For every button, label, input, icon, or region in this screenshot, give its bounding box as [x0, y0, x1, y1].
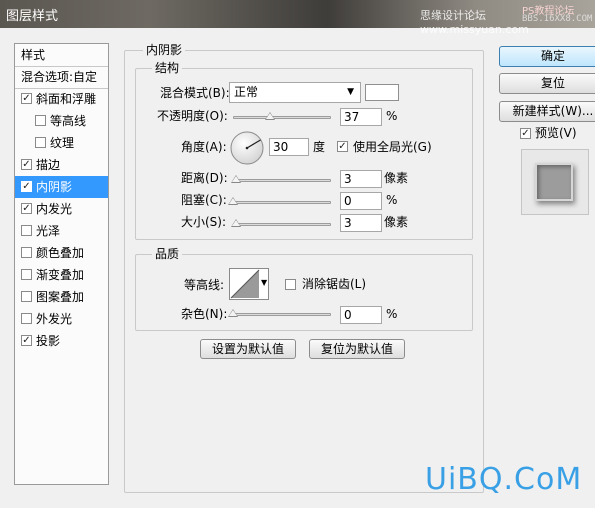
distance-label: 距离(D):	[181, 171, 228, 185]
choke-slider[interactable]	[233, 201, 331, 204]
style-item-label: 图案叠加	[36, 290, 85, 304]
style-item-label: 描边	[36, 158, 61, 172]
dropdown-arrow-icon: ▼	[347, 87, 354, 97]
antialias-checkbox[interactable]	[285, 279, 296, 290]
noise-input[interactable]: 0	[340, 306, 382, 324]
contour-label: 等高线:	[184, 278, 225, 292]
angle-dial-icon[interactable]	[229, 130, 265, 166]
angle-input[interactable]: 30	[269, 138, 309, 156]
size-slider-thumb[interactable]	[231, 219, 241, 227]
size-label: 大小(S):	[181, 215, 227, 229]
choke-unit: %	[386, 193, 398, 207]
choke-label: 阻塞(C):	[181, 193, 227, 207]
style-item-6[interactable]: ✓ 内发光	[15, 198, 108, 220]
style-item-8[interactable]: 颜色叠加	[15, 242, 108, 264]
style-item-label: 渐变叠加	[36, 268, 85, 282]
noise-label: 杂色(N):	[181, 307, 228, 321]
window-title: 图层样式	[6, 9, 59, 24]
distance-slider[interactable]	[233, 179, 331, 182]
opacity-unit: %	[386, 109, 398, 123]
style-item-3[interactable]: 纹理	[15, 132, 108, 154]
angle-label: 角度(A):	[181, 140, 227, 154]
reset-button[interactable]: 复位	[499, 73, 595, 94]
style-item-2[interactable]: 等高线	[15, 110, 108, 132]
style-item-11[interactable]: 外发光	[15, 308, 108, 330]
global-light-label: 使用全局光(G)	[353, 140, 432, 154]
size-slider[interactable]	[233, 223, 331, 226]
style-list-header: 样式	[15, 44, 108, 67]
angle-unit: 度	[313, 140, 326, 154]
set-default-button[interactable]: 设置为默认值	[200, 339, 296, 359]
style-item-checkbox[interactable]: ✓	[21, 181, 32, 192]
opacity-label: 不透明度(O):	[157, 109, 228, 123]
style-item-5[interactable]: ✓ 内阴影	[15, 176, 108, 198]
inner-shadow-title: 内阴影	[143, 43, 186, 57]
size-unit: 像素	[384, 215, 409, 229]
distance-slider-thumb[interactable]	[231, 175, 241, 183]
style-item-checkbox[interactable]	[35, 137, 46, 148]
contour-dropdown-arrow-icon[interactable]: ▼	[261, 278, 267, 287]
choke-input[interactable]: 0	[340, 192, 382, 210]
watermark-text-bbs: BBS.16XX8.COM	[522, 14, 593, 24]
ok-button[interactable]: 确定	[499, 46, 595, 67]
opacity-input[interactable]: 37	[340, 108, 382, 126]
new-style-button[interactable]: 新建样式(W)...	[499, 101, 595, 122]
distance-input[interactable]: 3	[340, 170, 382, 188]
style-item-1[interactable]: ✓ 斜面和浮雕	[15, 88, 108, 110]
noise-slider[interactable]	[233, 313, 331, 316]
reset-default-button[interactable]: 复位为默认值	[309, 339, 405, 359]
preview-checkbox[interactable]: ✓	[520, 128, 531, 139]
quality-title: 品质	[152, 247, 183, 261]
style-item-label: 外发光	[36, 312, 73, 326]
blend-options-item[interactable]: 混合选项:自定	[15, 66, 108, 89]
distance-unit: 像素	[384, 171, 409, 185]
style-item-label: 颜色叠加	[36, 246, 85, 260]
site-watermark: UiBQ.CoM	[425, 462, 583, 497]
size-input[interactable]: 3	[340, 214, 382, 232]
preview-label: 预览(V)	[535, 126, 577, 140]
style-item-checkbox[interactable]: ✓	[21, 93, 32, 104]
style-item-checkbox[interactable]: ✓	[21, 159, 32, 170]
style-item-7[interactable]: 光泽	[15, 220, 108, 242]
style-item-checkbox[interactable]	[21, 247, 32, 258]
style-item-10[interactable]: 图案叠加	[15, 286, 108, 308]
antialias-label: 消除锯齿(L)	[302, 277, 367, 291]
opacity-slider-thumb[interactable]	[265, 112, 275, 120]
preview-thumbnail	[535, 163, 573, 201]
style-item-checkbox[interactable]	[21, 313, 32, 324]
structure-title: 结构	[152, 61, 183, 75]
title-bar: 图层样式 思缘设计论坛 www.missyuan.com PS教程论坛 BBS.…	[0, 0, 595, 36]
style-item-checkbox[interactable]	[21, 291, 32, 302]
style-item-9[interactable]: 渐变叠加	[15, 264, 108, 286]
style-item-12[interactable]: ✓ 投影	[15, 330, 108, 352]
style-item-4[interactable]: ✓ 描边	[15, 154, 108, 176]
noise-slider-thumb[interactable]	[228, 309, 238, 317]
shadow-color-swatch[interactable]	[365, 84, 399, 101]
style-item-label: 斜面和浮雕	[36, 92, 97, 106]
noise-unit: %	[386, 307, 398, 321]
contour-picker[interactable]: ▼	[229, 268, 269, 300]
style-item-label: 内阴影	[36, 180, 73, 194]
style-item-label: 纹理	[50, 136, 75, 150]
blend-mode-select[interactable]: 正常 ▼	[229, 82, 361, 103]
opacity-slider[interactable]	[233, 116, 331, 119]
style-item-checkbox[interactable]	[35, 115, 46, 126]
style-item-label: 光泽	[36, 224, 61, 238]
style-item-checkbox[interactable]: ✓	[21, 335, 32, 346]
style-item-label: 等高线	[50, 114, 87, 128]
style-list: 样式 混合选项:自定 ✓ 斜面和浮雕等高线纹理 ✓ 描边 ✓ 内阴影 ✓ 内发光光泽颜色叠加渐…	[14, 43, 109, 485]
style-item-checkbox[interactable]: ✓	[21, 203, 32, 214]
style-preview	[521, 149, 589, 215]
global-light-checkbox[interactable]: ✓	[337, 141, 348, 152]
choke-slider-thumb[interactable]	[228, 197, 238, 205]
style-item-label: 投影	[36, 334, 61, 348]
style-item-checkbox[interactable]	[21, 225, 32, 236]
blend-mode-label: 混合模式(B):	[160, 86, 230, 100]
style-item-label: 内发光	[36, 202, 73, 216]
style-item-checkbox[interactable]	[21, 269, 32, 280]
contour-curve-icon	[230, 269, 260, 299]
